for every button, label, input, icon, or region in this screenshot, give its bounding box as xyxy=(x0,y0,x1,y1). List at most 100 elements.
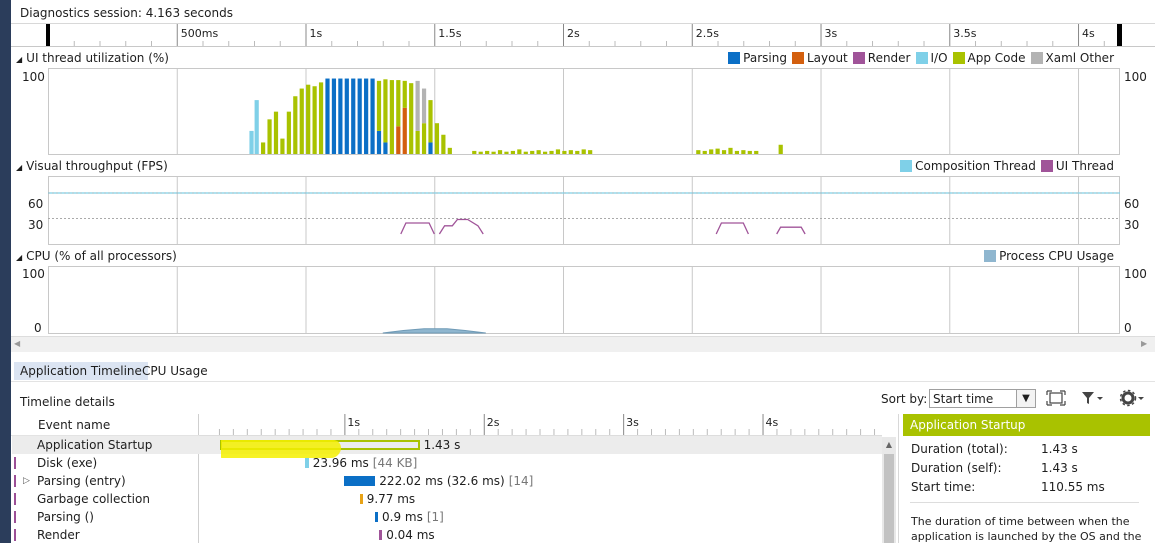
bar-segment-app-code[interactable] xyxy=(530,150,535,154)
column-header-event-name[interactable]: Event name xyxy=(38,418,110,432)
bar-segment-app-code[interactable] xyxy=(409,83,414,154)
selection-start-handle[interactable] xyxy=(46,24,50,46)
event-row[interactable]: Parsing () xyxy=(12,508,198,526)
bar-segment-parsing[interactable] xyxy=(351,78,356,154)
bar-segment-parsing[interactable] xyxy=(344,78,349,154)
bar-segment-app-code[interactable] xyxy=(741,150,746,154)
bar-segment-parsing[interactable] xyxy=(370,78,375,154)
collapse-triangle-icon[interactable]: ◢ xyxy=(16,253,22,262)
bar-segment-parsing[interactable] xyxy=(383,142,388,154)
bar-segment-app-code[interactable] xyxy=(447,147,452,154)
bar-segment-parsing[interactable] xyxy=(376,130,382,154)
tab-application-timeline[interactable]: Application Timeline xyxy=(14,362,148,380)
tab-cpu-usage[interactable]: CPU Usage xyxy=(136,362,214,380)
ui-thread-section-title[interactable]: ◢ UI thread utilization (%) xyxy=(16,51,169,67)
time-ruler[interactable]: 500ms 1s 1.5s 2s 2.5s 3s 3.5s 4s xyxy=(11,24,1155,47)
bar-segment-app-code[interactable] xyxy=(434,123,440,154)
bar-segment-app-code[interactable] xyxy=(728,147,733,154)
bar-segment-parsing[interactable] xyxy=(364,78,369,154)
gantt-scroll-thumb[interactable] xyxy=(884,454,894,543)
event-row[interactable]: Disk (exe) xyxy=(12,454,198,472)
bar-segment-app-code[interactable] xyxy=(747,150,752,154)
bar-segment-parsing[interactable] xyxy=(357,78,362,154)
event-duration-bar[interactable] xyxy=(379,530,383,540)
gantt-scroll-up-icon[interactable]: ▲ xyxy=(882,438,896,452)
collapse-triangle-icon[interactable]: ◢ xyxy=(16,55,22,64)
bar-segment-app-code[interactable] xyxy=(267,119,272,154)
gantt-ruler[interactable]: 1s 2s 3s 4s xyxy=(199,414,882,436)
bar-segment-i-o[interactable] xyxy=(254,100,259,154)
event-duration-bar[interactable] xyxy=(305,458,309,468)
bar-segment-app-code[interactable] xyxy=(383,79,388,143)
bar-segment-app-code[interactable] xyxy=(517,149,522,154)
bar-segment-app-code[interactable] xyxy=(497,150,503,154)
bar-segment-parsing[interactable] xyxy=(338,78,343,154)
bar-segment-app-code[interactable] xyxy=(293,96,298,154)
bar-segment-app-code[interactable] xyxy=(542,151,548,154)
selection-end-handle[interactable] xyxy=(1117,24,1122,46)
bar-segment-app-code[interactable] xyxy=(402,80,407,108)
bar-segment-app-code[interactable] xyxy=(273,111,279,154)
chevron-down-icon[interactable]: ▼ xyxy=(1016,390,1035,407)
bar-segment-app-code[interactable] xyxy=(778,144,783,154)
bar-segment-app-code[interactable] xyxy=(536,150,541,154)
bar-segment-app-code[interactable] xyxy=(286,111,291,154)
horizontal-scrollbar[interactable] xyxy=(11,336,1155,352)
bar-segment-app-code[interactable] xyxy=(389,80,394,154)
bar-segment-app-code[interactable] xyxy=(261,142,266,154)
collapse-triangle-icon[interactable]: ◢ xyxy=(16,163,22,172)
bar-segment-parsing[interactable] xyxy=(331,78,337,154)
bar-segment-app-code[interactable] xyxy=(575,150,580,154)
bar-segment-app-code[interactable] xyxy=(702,150,707,154)
bar-segment-app-code[interactable] xyxy=(428,100,433,143)
bar-segment-app-code[interactable] xyxy=(491,151,496,154)
ui-thread-chart[interactable] xyxy=(48,68,1120,155)
bar-segment-app-code[interactable] xyxy=(306,84,311,154)
bar-segment-app-code[interactable] xyxy=(396,80,401,127)
bar-segment-xaml-other[interactable] xyxy=(415,80,420,131)
bar-segment-parsing[interactable] xyxy=(325,78,330,154)
bar-segment-app-code[interactable] xyxy=(312,86,317,154)
bar-segment-app-code[interactable] xyxy=(709,149,714,154)
event-row[interactable]: ▷ Parsing (entry) xyxy=(12,472,198,490)
bar-segment-app-code[interactable] xyxy=(715,148,720,154)
scroll-right-icon[interactable]: ▶ xyxy=(1141,339,1151,349)
cpu-section-title[interactable]: ◢ CPU (% of all processors) xyxy=(16,249,177,265)
bar-segment-app-code[interactable] xyxy=(318,82,324,154)
bar-segment-app-code[interactable] xyxy=(485,150,490,154)
bar-segment-app-code[interactable] xyxy=(588,150,593,154)
gear-icon[interactable] xyxy=(1118,388,1146,408)
bar-segment-app-code[interactable] xyxy=(504,151,509,154)
bar-segment-app-code[interactable] xyxy=(696,150,701,154)
bar-segment-parsing[interactable] xyxy=(428,142,433,154)
bar-segment-app-code[interactable] xyxy=(523,151,528,154)
bar-segment-app-code[interactable] xyxy=(562,150,567,154)
event-duration-bar[interactable] xyxy=(344,476,376,486)
bar-segment-app-code[interactable] xyxy=(478,151,483,154)
bar-segment-app-code[interactable] xyxy=(581,149,586,154)
bar-segment-app-code[interactable] xyxy=(754,150,759,154)
scroll-left-icon[interactable]: ◀ xyxy=(14,339,24,349)
bar-segment-xaml-other[interactable] xyxy=(421,88,427,124)
fit-view-icon[interactable] xyxy=(1046,389,1066,407)
event-duration-bar[interactable] xyxy=(359,494,363,504)
bar-segment-app-code[interactable] xyxy=(280,138,285,154)
event-row[interactable]: Render xyxy=(12,526,198,543)
bar-segment-app-code[interactable] xyxy=(415,130,420,154)
bar-segment-app-code[interactable] xyxy=(472,150,477,154)
fps-chart[interactable] xyxy=(48,176,1120,245)
bar-segment-layout[interactable] xyxy=(402,107,407,154)
bar-segment-app-code[interactable] xyxy=(734,150,740,154)
fps-section-title[interactable]: ◢ Visual throughput (FPS) xyxy=(16,159,168,175)
bar-segment-app-code[interactable] xyxy=(555,149,561,154)
event-duration-bar[interactable] xyxy=(375,512,378,522)
bar-segment-app-code[interactable] xyxy=(441,134,446,154)
expand-arrow-icon[interactable]: ▷ xyxy=(23,472,30,490)
sort-select[interactable]: Start time ▼ xyxy=(929,389,1036,408)
bar-segment-app-code[interactable] xyxy=(721,150,727,154)
bar-segment-app-code[interactable] xyxy=(510,150,515,154)
cpu-chart[interactable] xyxy=(48,266,1120,334)
bar-segment-layout[interactable] xyxy=(396,126,401,154)
filter-icon[interactable] xyxy=(1080,389,1104,407)
bar-segment-app-code[interactable] xyxy=(568,150,573,154)
